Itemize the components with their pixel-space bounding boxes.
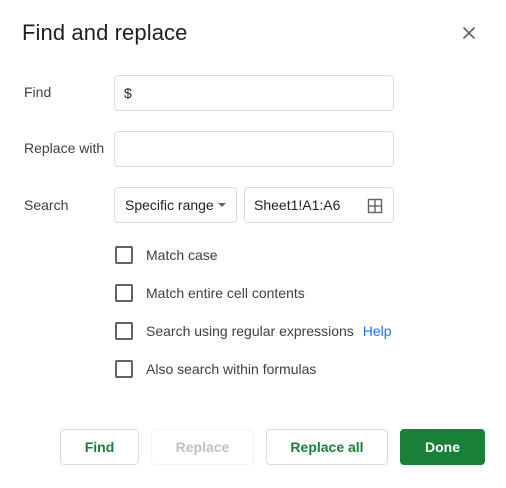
search-scope-dropdown[interactable]: Specific range (114, 187, 237, 223)
match-entire-cell-label: Match entire cell contents (146, 285, 305, 301)
match-case-label: Match case (146, 247, 218, 263)
option-match-case[interactable]: Match case (114, 244, 218, 266)
option-regex[interactable]: Search using regular expressions Help (114, 320, 392, 342)
replace-all-button[interactable]: Replace all (266, 429, 388, 465)
find-button[interactable]: Find (60, 429, 139, 465)
range-field[interactable]: Sheet1!A1:A6 (244, 187, 394, 223)
chevron-down-icon (218, 203, 226, 207)
range-value: Sheet1!A1:A6 (254, 197, 341, 213)
search-scope-value: Specific range (125, 197, 214, 213)
option-search-formulas[interactable]: Also search within formulas (114, 358, 316, 380)
find-replace-dialog: Find and replace Find Replace with Searc… (0, 0, 506, 488)
match-entire-cell-checkbox[interactable] (115, 284, 133, 302)
replace-label: Replace with (24, 140, 105, 156)
replace-button[interactable]: Replace (151, 429, 254, 465)
find-label: Find (24, 84, 52, 100)
search-formulas-checkbox[interactable] (115, 360, 133, 378)
option-match-entire-cell[interactable]: Match entire cell contents (114, 282, 305, 304)
find-input[interactable] (114, 75, 394, 111)
search-formulas-label: Also search within formulas (146, 361, 317, 377)
dialog-title: Find and replace (22, 20, 188, 45)
close-icon[interactable] (458, 22, 480, 44)
grid-icon[interactable] (367, 198, 383, 214)
regex-label: Search using regular expressions (146, 323, 354, 339)
match-case-checkbox[interactable] (115, 246, 133, 264)
done-button[interactable]: Done (400, 429, 485, 465)
help-link[interactable]: Help (363, 323, 392, 339)
search-label: Search (24, 197, 69, 213)
regex-checkbox[interactable] (115, 322, 133, 340)
replace-input[interactable] (114, 131, 394, 167)
